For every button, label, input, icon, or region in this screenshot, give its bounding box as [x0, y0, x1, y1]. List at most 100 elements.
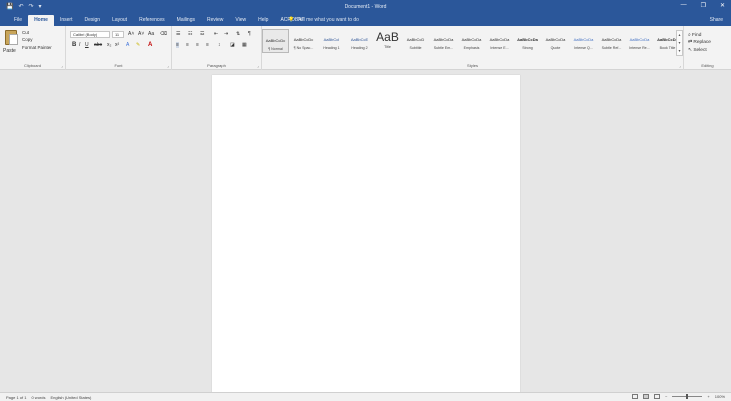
tab-mailings[interactable]: Mailings	[171, 15, 201, 26]
style-emphasis[interactable]: AaBbCcDa Emphasis	[458, 29, 485, 53]
font-family-select[interactable]: Calibri (Body)	[70, 31, 110, 38]
chevron-up-icon[interactable]: ▴	[677, 31, 682, 39]
justify-icon[interactable]: ≡	[206, 42, 209, 48]
style-sample: AaBbCcDa	[601, 37, 622, 42]
subscript-icon[interactable]: x₂	[107, 42, 111, 48]
web-layout-icon[interactable]	[654, 394, 661, 399]
align-left-icon[interactable]: ≡	[176, 42, 179, 48]
style-intense-quote[interactable]: AaBbCcDa Intense Q...	[570, 29, 597, 53]
minimize-button[interactable]: —	[681, 2, 687, 9]
show-marks-icon[interactable]: ¶	[248, 31, 251, 37]
zoom-slider[interactable]	[672, 394, 703, 399]
tab-design[interactable]: Design	[78, 15, 106, 26]
numbering-icon[interactable]: ☷	[188, 31, 192, 37]
paste-button[interactable]: Paste	[3, 48, 16, 54]
align-right-icon[interactable]: ≡	[196, 42, 199, 48]
style-subtitle[interactable]: AaBbCcD Subtitle	[402, 29, 429, 53]
select-button[interactable]: ↖ Select	[688, 48, 707, 53]
style-title[interactable]: AaB Title	[374, 29, 401, 53]
find-button[interactable]: ⌕ Find	[688, 32, 701, 38]
cut-button[interactable]: Cut	[22, 30, 29, 35]
paste-icon[interactable]	[5, 30, 18, 45]
language-indicator[interactable]: English (United States)	[50, 395, 91, 400]
zoom-out-icon[interactable]: −	[665, 394, 667, 399]
decrease-indent-icon[interactable]: ⇤	[214, 31, 218, 37]
tell-me-box[interactable]: 💡 Tell me what you want to do	[288, 17, 359, 23]
multilevel-list-icon[interactable]: ☲	[200, 31, 204, 37]
close-button[interactable]: ✕	[720, 2, 725, 9]
underline-icon[interactable]: U	[85, 42, 89, 48]
font-color-icon[interactable]: A	[148, 42, 152, 48]
change-case-icon[interactable]: Aa	[148, 31, 154, 37]
style-name: Heading 1	[323, 46, 340, 50]
chevron-down-icon[interactable]: ▾	[677, 39, 682, 47]
strikethrough-icon[interactable]: abc	[94, 42, 102, 48]
tab-file[interactable]: File	[8, 15, 28, 26]
style-name: Intense E...	[490, 46, 509, 50]
paragraph-launcher-icon[interactable]: ⌟	[257, 63, 259, 68]
document-page[interactable]	[212, 75, 520, 395]
grow-font-icon[interactable]: A˄	[128, 31, 134, 37]
find-label: Find	[692, 33, 702, 38]
style-strong[interactable]: AaBbCcDa Strong	[514, 29, 541, 53]
tell-me-text: Tell me what you want to do	[297, 17, 359, 23]
style-name: Heading 2	[351, 46, 368, 50]
tab-home[interactable]: Home	[28, 15, 54, 26]
replace-button[interactable]: ⇄ Replace	[688, 40, 711, 45]
bold-icon[interactable]: B	[72, 42, 76, 48]
text-effects-icon[interactable]: A	[126, 42, 129, 48]
word-count[interactable]: 0 words	[31, 395, 45, 400]
style-name: Subtle Em...	[433, 46, 454, 50]
maximize-button[interactable]: ❐	[701, 2, 706, 9]
styles-launcher-icon[interactable]: ⌟	[679, 63, 681, 68]
sort-icon[interactable]: ⇅	[236, 31, 240, 37]
replace-label: Replace	[693, 40, 711, 45]
clipboard-launcher-icon[interactable]: ⌟	[61, 63, 63, 68]
status-bar: Page 1 of 1 0 words English (United Stat…	[0, 392, 731, 401]
tab-insert[interactable]: Insert	[54, 15, 79, 26]
shrink-font-icon[interactable]: A˅	[138, 31, 144, 37]
style-name: Quote	[550, 46, 561, 50]
zoom-in-icon[interactable]: +	[707, 394, 709, 399]
format-painter-button[interactable]: Format Painter	[22, 45, 52, 50]
styles-gallery: AaBbCcDc ¶ Normal AaBbCcDc ¶ No Spac... …	[262, 29, 682, 59]
font-launcher-icon[interactable]: ⌟	[167, 63, 169, 68]
read-mode-icon[interactable]	[632, 394, 639, 399]
increase-indent-icon[interactable]: ⇥	[224, 31, 228, 37]
style-no-spacing[interactable]: AaBbCcDc ¶ No Spac...	[290, 29, 317, 53]
align-center-icon[interactable]: ≡	[186, 42, 189, 48]
style-sample: AaB	[376, 31, 399, 43]
highlight-color-icon[interactable]: ✎	[136, 42, 140, 48]
superscript-icon[interactable]: x²	[115, 42, 119, 48]
document-canvas	[0, 70, 731, 395]
style-intense-emphasis[interactable]: AaBbCcDa Intense E...	[486, 29, 513, 53]
line-spacing-icon[interactable]: ↕	[218, 42, 221, 48]
tab-references[interactable]: References	[133, 15, 171, 26]
style-normal[interactable]: AaBbCcDc ¶ Normal	[262, 29, 289, 53]
style-name: Subtitle	[409, 46, 422, 50]
more-styles-icon[interactable]: ▾	[677, 47, 682, 55]
style-heading-1[interactable]: AaBbCcI Heading 1	[318, 29, 345, 53]
tab-view[interactable]: View	[229, 15, 252, 26]
style-subtle-emphasis[interactable]: AaBbCcDa Subtle Em...	[430, 29, 457, 53]
copy-button[interactable]: Copy	[22, 37, 33, 42]
tab-review[interactable]: Review	[201, 15, 229, 26]
style-quote[interactable]: AaBbCcDa Quote	[542, 29, 569, 53]
print-layout-icon[interactable]	[643, 394, 650, 399]
styles-scroll-control[interactable]: ▴ ▾ ▾	[676, 30, 683, 56]
zoom-level[interactable]: 100%	[715, 394, 725, 399]
tab-help[interactable]: Help	[252, 15, 274, 26]
style-intense-reference[interactable]: AaBbCcDa Intense Re...	[626, 29, 653, 53]
bullets-icon[interactable]: ☰	[176, 31, 180, 37]
font-size-select[interactable]: 11	[112, 31, 124, 38]
style-name: ¶ Normal	[268, 47, 283, 51]
style-heading-2[interactable]: AaBbCcE Heading 2	[346, 29, 373, 53]
page-count[interactable]: Page 1 of 1	[6, 395, 26, 400]
shading-icon[interactable]: ◪	[230, 42, 235, 48]
share-button[interactable]: Share	[710, 17, 723, 23]
italic-icon[interactable]: I	[79, 42, 80, 48]
clear-formatting-icon[interactable]: ⌫	[160, 31, 167, 37]
borders-icon[interactable]: ▦	[242, 42, 247, 48]
tab-layout[interactable]: Layout	[106, 15, 133, 26]
style-subtle-reference[interactable]: AaBbCcDa Subtle Ref...	[598, 29, 625, 53]
